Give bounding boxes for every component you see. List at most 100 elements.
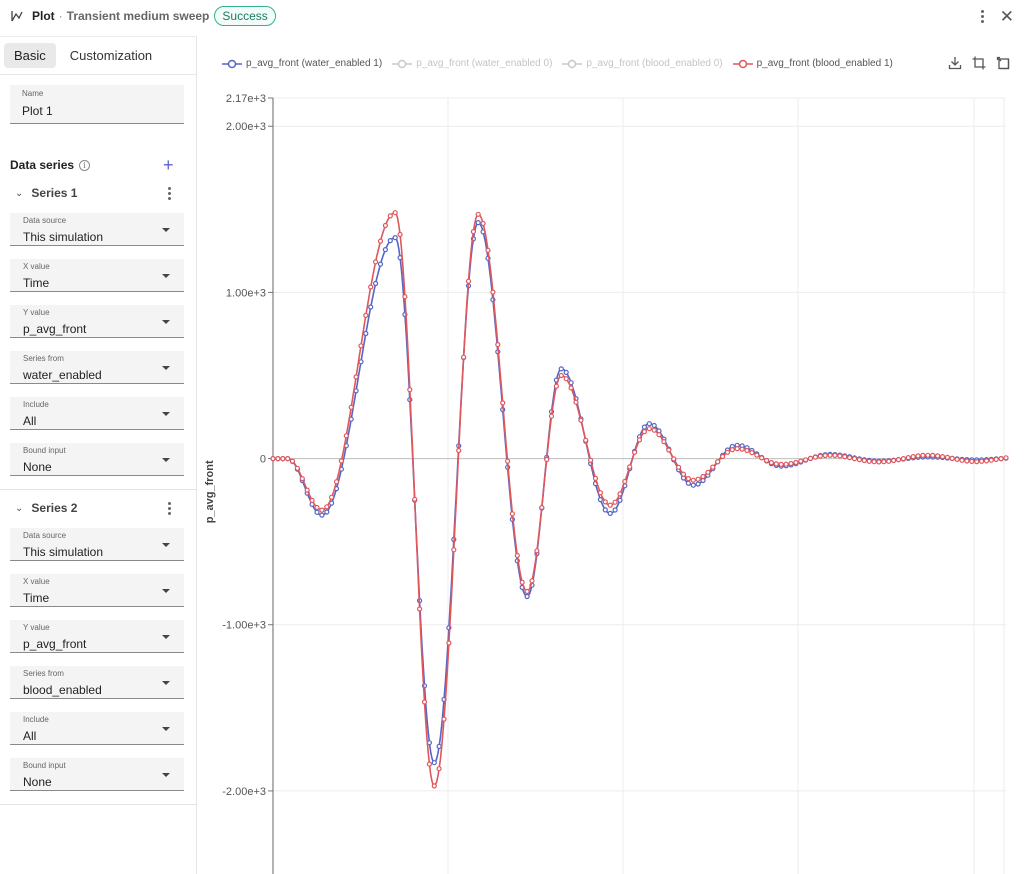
data-point [563,369,569,375]
data-point [392,235,398,241]
data-point [270,456,276,462]
kebab-icon[interactable] [168,502,171,515]
data-point [778,461,784,467]
info-icon[interactable]: i [79,159,91,171]
data-point [700,477,706,484]
data-point [524,588,530,595]
data-point [597,497,603,503]
data-point [856,457,863,463]
data-series-title: Data series [10,158,75,172]
series-2-y-value-dropdown[interactable]: Y value p_avg_front [10,620,184,653]
data-point [724,449,731,455]
chevron-down-icon [162,589,170,593]
data-point [949,455,955,461]
data-point [671,456,677,462]
data-point [373,259,379,265]
dropdown-value: p_avg_front [23,637,87,651]
dropdown-value: All [23,729,37,743]
data-point [798,458,804,464]
tab-basic[interactable]: Basic [4,43,56,68]
series-2-x-value-dropdown[interactable]: X value Time [10,574,184,607]
data-point [651,422,657,429]
data-point [612,507,618,513]
chevron-down-icon [162,773,170,777]
data-point [353,374,359,380]
data-point [583,437,589,443]
data-point [568,385,574,391]
data-point [710,464,716,470]
data-point [319,512,325,518]
series-2-header[interactable]: ⌄ Series 2 [0,500,197,516]
data-point [456,447,462,454]
dropdown-label: Bound input [23,761,66,770]
y-tick-label: -1.00e+3 [222,620,266,632]
series-1-y-value-dropdown[interactable]: Y value p_avg_front [10,305,184,338]
data-point [373,280,379,287]
data-point [930,452,936,458]
data-point [905,455,911,461]
data-series-header: Data series i + [10,156,196,174]
name-field[interactable]: Name Plot 1 [10,85,184,124]
data-point [910,454,916,460]
dropdown-value: Time [23,591,50,605]
series-2-bound-input-dropdown[interactable]: Bound input None [10,758,184,791]
series-line-blood-enabled-1 [273,211,1007,788]
data-point [680,471,687,477]
data-point [578,417,584,423]
chevron-down-icon[interactable]: ⌄ [15,503,23,514]
data-point [832,452,838,458]
data-point [280,456,286,462]
data-point [363,330,369,337]
data-point [685,476,691,482]
series-1-include-dropdown[interactable]: Include All [10,397,184,430]
close-icon[interactable]: ✕ [1000,8,1014,25]
dropdown-value: p_avg_front [23,322,87,336]
data-point [382,247,388,253]
data-point [505,458,511,464]
series-2-series-from-dropdown[interactable]: Series from blood_enabled [10,666,184,699]
data-point [983,458,990,464]
data-point [407,387,413,393]
series-1-x-value-dropdown[interactable]: X value Time [10,259,184,292]
chevron-down-icon [162,320,170,324]
series-1-data-source-dropdown[interactable]: Data source This simulation [10,213,184,246]
dropdown-label: Y value [23,623,50,632]
data-point [827,452,833,458]
data-point [886,458,892,464]
data-point [890,457,897,464]
data-point [436,743,442,750]
chevron-down-icon [162,727,170,731]
title-separator: · [58,9,63,23]
data-point [876,459,882,465]
series-2-data-source-dropdown[interactable]: Data source This simulation [10,528,184,561]
dropdown-label: X value [23,577,50,586]
chevron-down-icon[interactable]: ⌄ [15,188,23,199]
tab-customization[interactable]: Customization [60,43,162,68]
data-point [768,460,775,466]
dropdown-label: Include [23,715,49,724]
series-1-series-from-dropdown[interactable]: Series from water_enabled [10,351,184,384]
data-point [959,457,965,463]
data-point [524,593,530,600]
series-1-bound-input-dropdown[interactable]: Bound input None [10,443,184,476]
data-point [412,496,418,502]
dropdown-value: All [23,414,37,428]
data-point [715,459,721,465]
data-point [993,456,999,462]
kebab-icon[interactable] [980,9,984,23]
data-point [744,447,750,454]
series-2-include-dropdown[interactable]: Include All [10,712,184,745]
data-point [324,509,330,515]
chevron-down-icon [162,228,170,232]
series-1-header[interactable]: ⌄ Series 1 [0,185,197,201]
data-point [612,499,618,505]
chart-svg[interactable]: 2.17e+32.00e+31.00e+30-1.00e+3-2.00e+3p_… [198,36,1024,874]
kebab-icon[interactable] [168,187,171,200]
data-point [934,453,941,459]
data-point [842,454,848,460]
y-tick-label: 2.00e+3 [226,121,266,133]
data-point [329,494,335,500]
plus-icon[interactable]: + [163,156,174,174]
data-point [289,458,296,464]
chevron-down-icon [162,543,170,547]
